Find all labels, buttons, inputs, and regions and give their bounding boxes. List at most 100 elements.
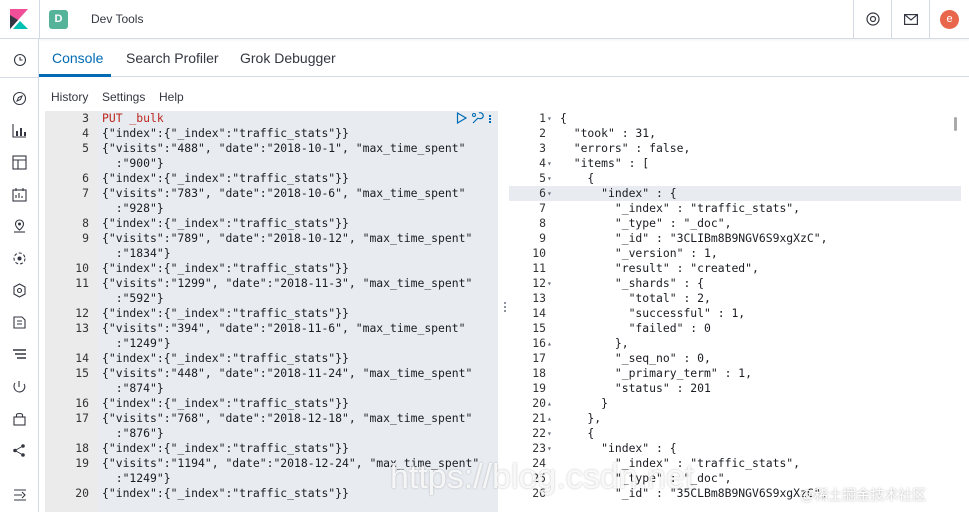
code-text: "index" : { bbox=[560, 186, 677, 200]
code-text: :"900"} bbox=[102, 156, 164, 170]
space-avatar[interactable]: D bbox=[49, 10, 68, 29]
graph-icon[interactable] bbox=[11, 442, 28, 459]
line-number: 12 bbox=[532, 276, 546, 290]
siem-icon[interactable] bbox=[11, 410, 28, 427]
dashboard-icon[interactable] bbox=[11, 154, 28, 171]
tab-console[interactable]: Console bbox=[52, 50, 103, 66]
line-number: 9 bbox=[82, 231, 89, 245]
line-number: 7 bbox=[539, 201, 546, 215]
request-editor[interactable]: 3 PUT _bulk 4 {"index":{"_index":"traffic_s… bbox=[45, 111, 498, 512]
code-text: {"index":{"_index":"traffic_stats"}} bbox=[102, 126, 349, 140]
fold-toggle-icon[interactable]: ▾ bbox=[547, 111, 557, 126]
tab-search-profiler[interactable]: Search Profiler bbox=[126, 50, 219, 66]
header-divider bbox=[891, 0, 892, 38]
panel-resizer[interactable] bbox=[503, 300, 507, 316]
uptime-icon[interactable] bbox=[11, 378, 28, 395]
line-number: 4 bbox=[539, 156, 546, 170]
menu-settings[interactable]: Settings bbox=[102, 90, 145, 104]
code-text: {"visits":"1299", "date":"2018-11-3", "m… bbox=[102, 276, 473, 290]
code-text: "_id" : "3CLIBm8B9NGV6S9xgXzC", bbox=[560, 231, 828, 245]
line-number: 5 bbox=[82, 141, 89, 155]
visualize-icon[interactable] bbox=[11, 122, 28, 139]
line-number: 18 bbox=[75, 441, 89, 455]
fold-toggle-icon[interactable]: ▾ bbox=[547, 171, 557, 186]
nav-divider bbox=[0, 77, 39, 78]
wrench-icon[interactable] bbox=[471, 111, 485, 125]
code-text: "total" : 2, bbox=[560, 291, 711, 305]
code-text: "result" : "created", bbox=[560, 261, 759, 275]
user-avatar[interactable]: e bbox=[940, 10, 959, 29]
line-number: 3 bbox=[82, 111, 89, 125]
code-text: {"index":{"_index":"traffic_stats"}} bbox=[102, 351, 349, 365]
fold-toggle-icon[interactable]: ▾ bbox=[547, 426, 557, 441]
logs-icon[interactable] bbox=[11, 314, 28, 331]
line-number: 10 bbox=[532, 246, 546, 260]
code-text: "_shards" : { bbox=[560, 276, 705, 290]
line-number: 10 bbox=[75, 261, 89, 275]
recently-viewed-icon[interactable] bbox=[11, 51, 28, 68]
fold-toggle-icon[interactable]: ▴ bbox=[547, 396, 557, 411]
line-number: 19 bbox=[75, 456, 89, 470]
canvas-icon[interactable] bbox=[11, 186, 28, 203]
watermark-text: https://blog.csdn.net bbox=[390, 458, 695, 496]
code-text: {"index":{"_index":"traffic_stats"}} bbox=[102, 171, 349, 185]
code-text: {"visits":"789", "date":"2018-10-12", "m… bbox=[102, 231, 473, 245]
infrastructure-icon[interactable] bbox=[11, 282, 28, 299]
active-tab-indicator bbox=[39, 74, 111, 77]
code-text: :"874"} bbox=[102, 381, 164, 395]
code-text: "errors" : false, bbox=[560, 141, 691, 155]
header-divider bbox=[39, 0, 40, 38]
fold-toggle-icon[interactable]: ▾ bbox=[547, 276, 557, 291]
fold-toggle-icon[interactable]: ▾ bbox=[547, 156, 557, 171]
line-number: 17 bbox=[75, 411, 89, 425]
code-text: {"visits":"488", "date":"2018-10-1", "ma… bbox=[102, 141, 466, 155]
line-number: 17 bbox=[532, 351, 546, 365]
fold-toggle-icon[interactable]: ▴ bbox=[547, 411, 557, 426]
fold-toggle-icon[interactable]: ▾ bbox=[547, 186, 557, 201]
menu-history[interactable]: History bbox=[51, 90, 88, 104]
discover-icon[interactable] bbox=[11, 90, 28, 107]
kibana-logo-icon[interactable] bbox=[10, 9, 28, 29]
machine-learning-icon[interactable] bbox=[11, 250, 28, 267]
maps-icon[interactable] bbox=[11, 218, 28, 235]
code-text: :"928"} bbox=[102, 201, 164, 215]
code-text: "successful" : 1, bbox=[560, 306, 746, 320]
line-number: 18 bbox=[532, 366, 546, 380]
actions-more-icon[interactable] bbox=[489, 115, 491, 123]
collapse-nav-icon[interactable] bbox=[11, 486, 28, 503]
response-output[interactable]: 1 ▾{2 "took" : 31, 3 "errors" : false, 4 ▾ "… bbox=[509, 111, 961, 512]
fold-toggle-icon[interactable]: ▾ bbox=[547, 441, 557, 456]
code-text: {"index":{"_index":"traffic_stats"}} bbox=[102, 216, 349, 230]
line-number: 20 bbox=[532, 396, 546, 410]
help-menu-button[interactable] bbox=[864, 10, 882, 28]
help-icon bbox=[866, 12, 880, 26]
code-text: {"visits":"394", "date":"2018-11-6", "ma… bbox=[102, 321, 466, 335]
line-number: 6 bbox=[539, 186, 546, 200]
output-scrollbar[interactable] bbox=[954, 117, 957, 131]
code-text: { bbox=[560, 426, 595, 440]
line-number: 11 bbox=[532, 261, 546, 275]
code-text: :"1834"} bbox=[102, 246, 171, 260]
line-number: 9 bbox=[539, 231, 546, 245]
header-divider bbox=[853, 0, 854, 38]
code-text: :"876"} bbox=[102, 426, 164, 440]
code-text: {"visits":"783", "date":"2018-10-6", "ma… bbox=[102, 186, 466, 200]
line-number: 8 bbox=[539, 216, 546, 230]
menu-help[interactable]: Help bbox=[159, 90, 184, 104]
tab-grok-debugger[interactable]: Grok Debugger bbox=[240, 50, 336, 66]
line-number: 3 bbox=[539, 141, 546, 155]
fold-toggle-icon[interactable]: ▴ bbox=[547, 336, 557, 351]
newsfeed-button[interactable] bbox=[902, 10, 920, 28]
code-text: {"index":{"_index":"traffic_stats"}} bbox=[102, 396, 349, 410]
apm-icon[interactable] bbox=[11, 346, 28, 363]
code-text: "_type" : "_doc", bbox=[560, 216, 732, 230]
code-text: {"index":{"_index":"traffic_stats"}} bbox=[102, 306, 349, 320]
line-number: 14 bbox=[532, 306, 546, 320]
line-number: 20 bbox=[75, 486, 89, 500]
header-divider bbox=[929, 0, 930, 38]
line-number: 23 bbox=[532, 441, 546, 455]
line-number: 15 bbox=[75, 366, 89, 380]
code-text: PUT _bulk bbox=[102, 111, 164, 125]
code-text: "status" : 201 bbox=[560, 381, 711, 395]
run-request-icon[interactable] bbox=[456, 112, 467, 124]
